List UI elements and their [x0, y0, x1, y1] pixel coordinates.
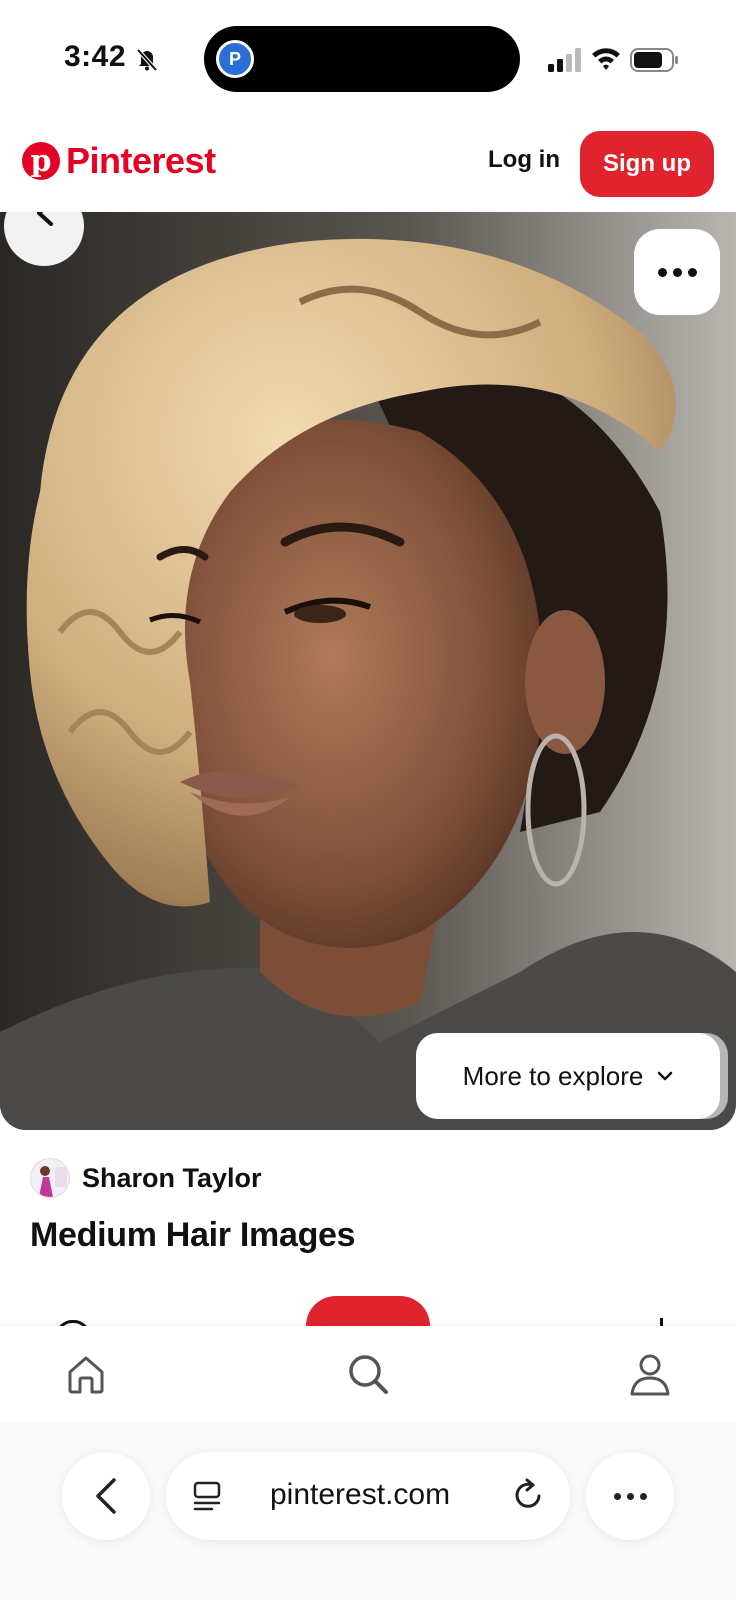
pin-title: Medium Hair Images	[30, 1216, 356, 1254]
bottom-navigation	[0, 1326, 736, 1422]
site-header: p Pinterest Log in Sign up	[0, 118, 736, 210]
search-icon	[349, 1355, 388, 1394]
tab-overview-icon	[193, 1481, 221, 1511]
nav-profile[interactable]	[620, 1344, 680, 1404]
pinterest-logo[interactable]: p Pinterest	[22, 140, 216, 182]
creator-name[interactable]: Sharon Taylor	[82, 1163, 262, 1194]
wifi-icon	[592, 48, 620, 70]
pin-image[interactable]	[0, 212, 736, 1130]
home-icon	[68, 1356, 104, 1394]
cellular-signal-icon	[548, 48, 581, 72]
status-bar: 3:42 P	[0, 0, 736, 110]
browser-more-button[interactable]	[586, 1452, 674, 1540]
creator-avatar[interactable]	[30, 1158, 70, 1198]
status-time: 3:42	[64, 40, 127, 73]
browser-back-button[interactable]	[62, 1452, 150, 1540]
more-dot-icon	[657, 267, 667, 277]
nav-search[interactable]	[338, 1344, 398, 1404]
more-dot-icon	[613, 1492, 621, 1500]
address-bar[interactable]: pinterest.com	[166, 1452, 570, 1540]
more-dot-icon	[672, 267, 682, 277]
bell-off-icon	[136, 48, 158, 72]
browser-toolbar: pinterest.com	[0, 1422, 736, 1600]
reload-icon[interactable]	[512, 1478, 546, 1512]
battery-icon	[630, 48, 678, 72]
island-app-icon: P	[216, 40, 254, 78]
login-button[interactable]: Log in	[488, 146, 560, 174]
profile-icon	[630, 1354, 670, 1396]
creator-row[interactable]: Sharon Taylor	[30, 1158, 262, 1198]
nav-home[interactable]	[56, 1344, 116, 1404]
chevron-down-icon	[658, 1071, 673, 1081]
more-dot-icon	[687, 267, 697, 277]
more-to-explore-label: More to explore	[462, 1060, 644, 1091]
pinterest-logo-icon: p	[22, 142, 60, 180]
more-to-explore-button[interactable]: More to explore	[416, 1033, 720, 1119]
url-text: pinterest.com	[270, 1478, 451, 1511]
signup-button[interactable]: Sign up	[580, 131, 714, 197]
pin-photo-illustration	[0, 212, 736, 1130]
pin-more-options-button[interactable]	[634, 229, 720, 315]
dynamic-island: P	[204, 26, 520, 92]
brand-name: Pinterest	[66, 140, 216, 181]
back-icon	[96, 1478, 116, 1514]
more-dot-icon	[626, 1492, 634, 1500]
more-dot-icon	[639, 1492, 647, 1500]
avatar-illustration	[39, 1166, 67, 1197]
